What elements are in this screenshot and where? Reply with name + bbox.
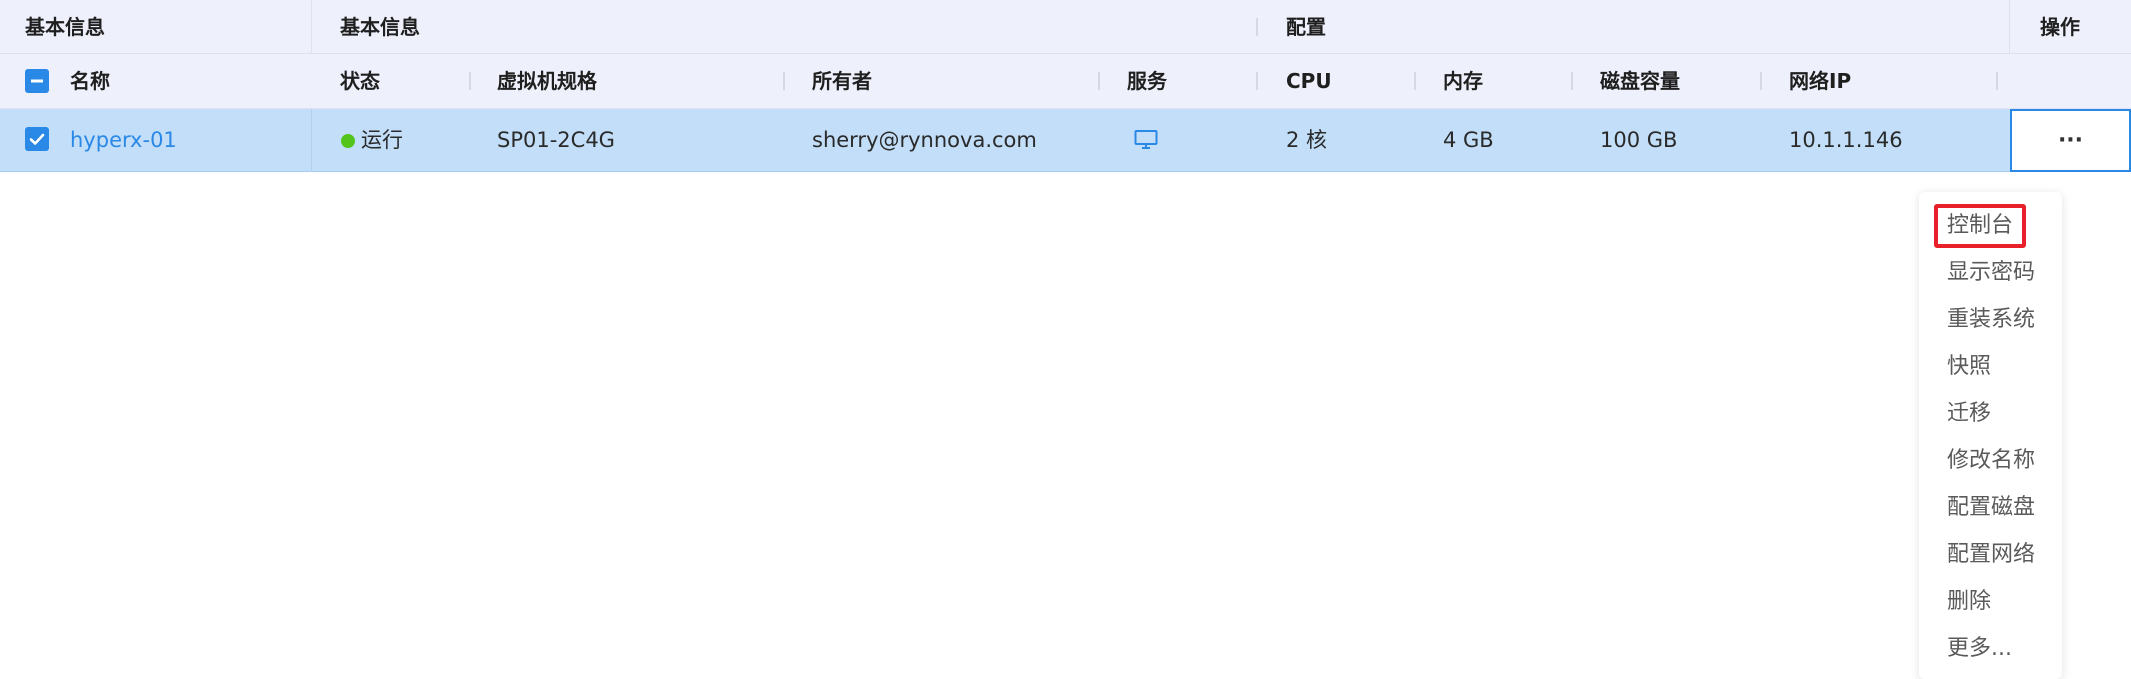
menu-item-snapshot[interactable]: 快照: [1947, 343, 1991, 390]
ip-text: 10.1.1.146: [1789, 128, 1903, 152]
group-header-basic-info-1: 基本信息: [25, 15, 105, 39]
column-header-disk[interactable]: 磁盘容量: [1600, 54, 1680, 109]
column-resize-handle[interactable]: [1996, 72, 1998, 90]
column-resize-handle[interactable]: [1760, 72, 1762, 90]
group-header-basic-info-2: 基本信息: [340, 15, 420, 39]
memory-text: 4 GB: [1443, 128, 1494, 152]
column-header-ip[interactable]: 网络IP: [1789, 54, 1851, 109]
menu-item-configure-disk[interactable]: 配置磁盘: [1947, 484, 2035, 531]
column-resize-handle[interactable]: [1098, 72, 1100, 90]
row-select-checkbox[interactable]: [25, 127, 49, 151]
minus-checkbox-icon: [31, 79, 43, 83]
column-resize-handle[interactable]: [783, 72, 785, 90]
column-header-row: 名称 状态 虚拟机规格 所有者 服务 CPU 内存 磁盘容量 网络IP: [0, 54, 2131, 109]
actions-dropdown-menu: 控制台 显示密码 重装系统 快照 迁移 修改名称 配置磁盘 配置网络 删除 更多…: [1919, 192, 2062, 679]
column-resize-handle[interactable]: [1256, 18, 1258, 36]
column-header-service[interactable]: 服务: [1127, 54, 1167, 109]
menu-item-reinstall-system[interactable]: 重装系统: [1947, 296, 2035, 343]
column-header-spec[interactable]: 虚拟机规格: [497, 54, 597, 109]
select-all-checkbox[interactable]: [25, 69, 49, 93]
column-resize-handle[interactable]: [1571, 72, 1573, 90]
cpu-text: 2 核: [1286, 128, 1328, 152]
menu-item-show-password[interactable]: 显示密码: [1947, 249, 2035, 296]
status-text: 运行: [361, 128, 403, 152]
monitor-icon[interactable]: [1134, 129, 1158, 151]
more-dots-icon[interactable]: ···: [2012, 111, 2129, 170]
disk-text: 100 GB: [1600, 128, 1678, 152]
menu-item-console[interactable]: 控制台: [1947, 202, 2013, 249]
menu-item-more[interactable]: 更多...: [1947, 625, 2012, 672]
column-resize-handle[interactable]: [1414, 72, 1416, 90]
group-header-config: 配置: [1286, 15, 1326, 39]
green-dot-icon: [341, 134, 355, 148]
group-header-actions: 操作: [2040, 15, 2080, 39]
column-header-name[interactable]: 名称: [70, 54, 110, 109]
column-header-owner[interactable]: 所有者: [812, 54, 872, 109]
column-resize-handle[interactable]: [469, 72, 471, 90]
row-actions-cell[interactable]: ···: [2010, 109, 2131, 172]
group-header-row: 基本信息 基本信息 配置 操作: [0, 0, 2131, 109]
spec-text: SP01-2C4G: [497, 128, 615, 152]
menu-item-delete[interactable]: 删除: [1947, 578, 1991, 625]
checked-checkbox-icon: [29, 133, 45, 145]
column-header-memory[interactable]: 内存: [1443, 54, 1483, 109]
vm-name-link[interactable]: hyperx-01: [70, 109, 177, 172]
menu-item-rename[interactable]: 修改名称: [1947, 437, 2035, 484]
owner-text: sherry@rynnova.com: [812, 128, 1037, 152]
menu-item-migrate[interactable]: 迁移: [1947, 390, 1991, 437]
divider: [311, 109, 312, 172]
menu-item-configure-network[interactable]: 配置网络: [1947, 531, 2035, 578]
column-header-status[interactable]: 状态: [340, 54, 380, 109]
column-header-cpu[interactable]: CPU: [1286, 54, 1332, 109]
table-row[interactable]: hyperx-01 运行 SP01-2C4G sherry@rynnova.co…: [0, 109, 2131, 172]
column-resize-handle[interactable]: [1256, 72, 1258, 90]
